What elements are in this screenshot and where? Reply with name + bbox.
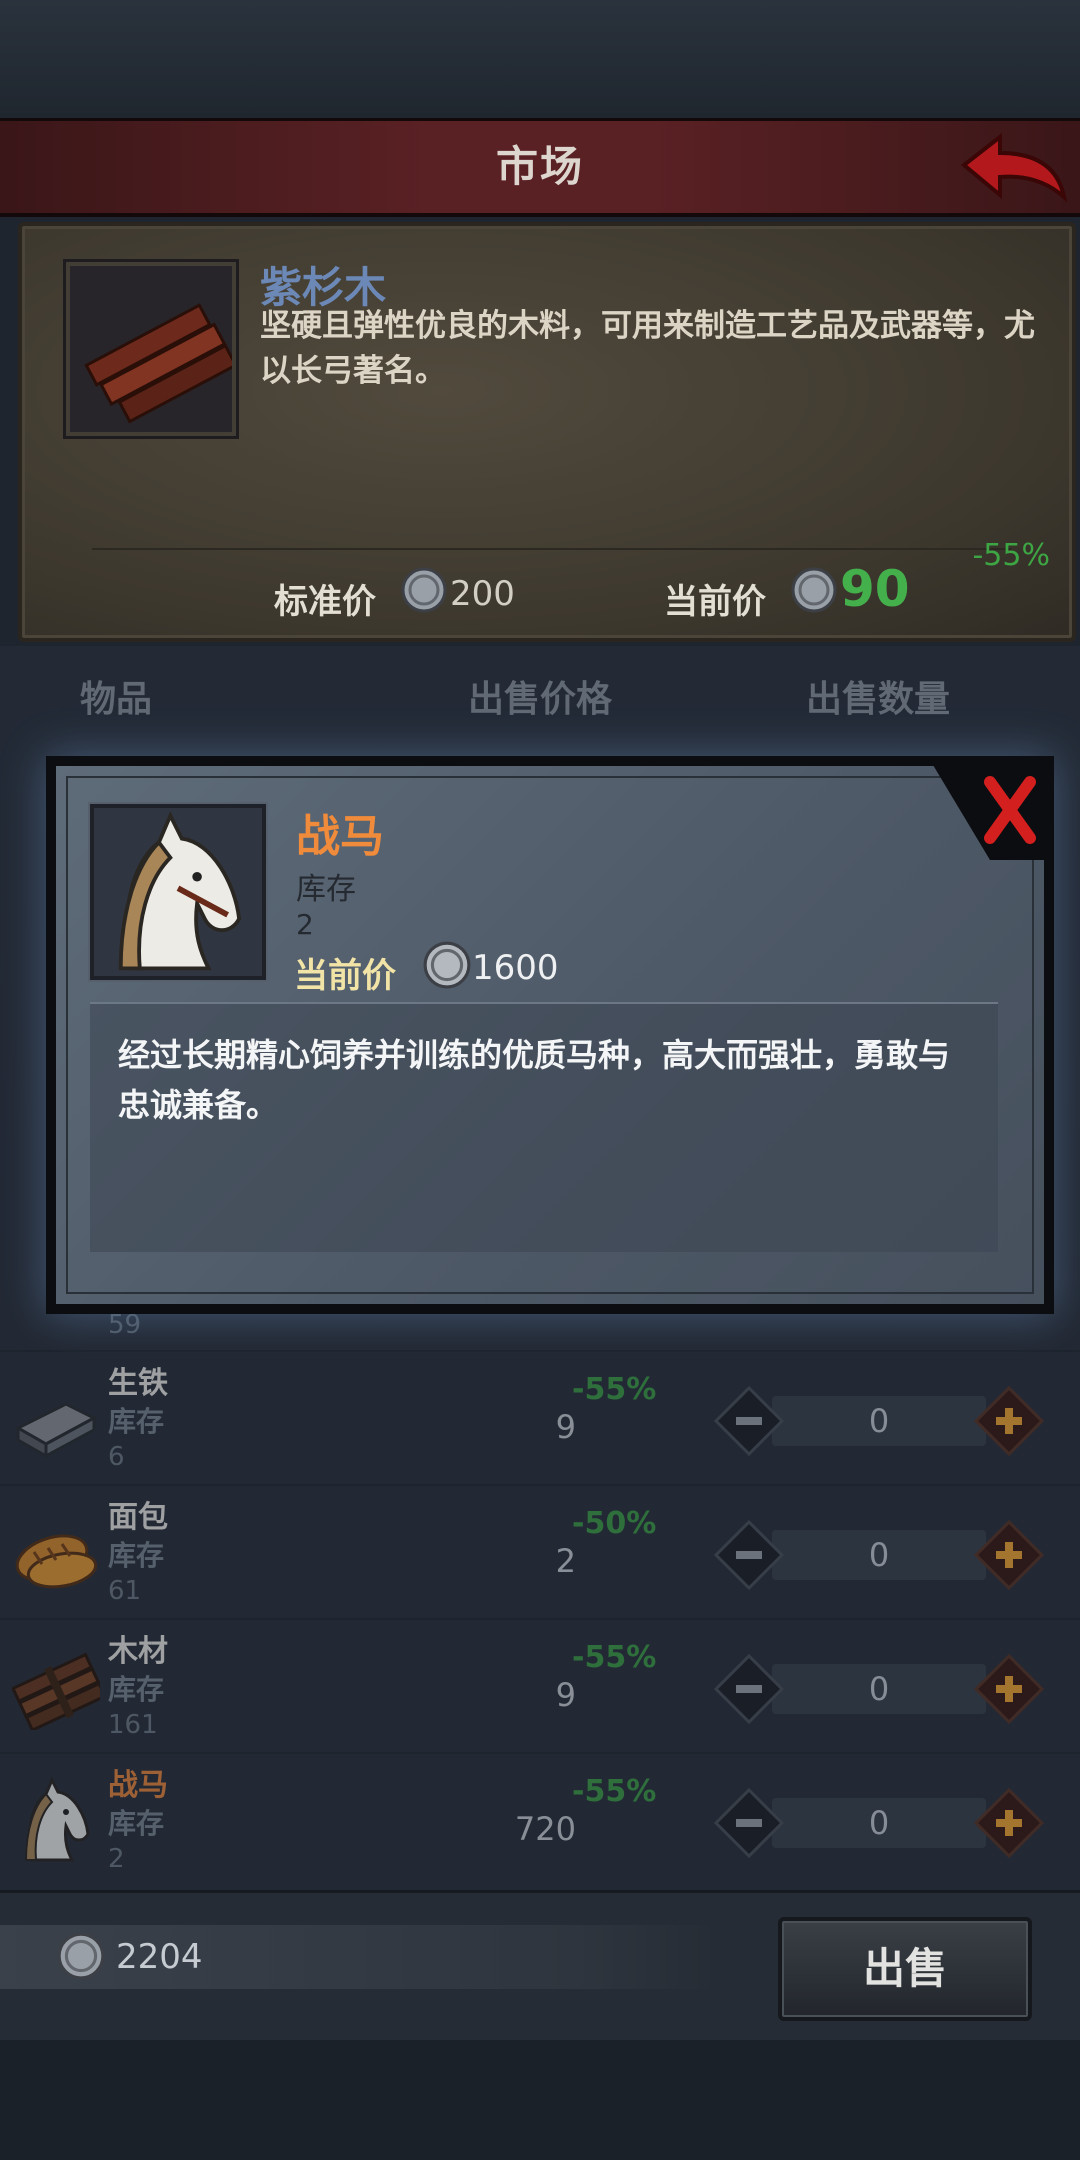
- bottom-background: [0, 2040, 1080, 2160]
- standard-price-value: 200: [450, 574, 515, 614]
- popup-price-label: 当前价: [294, 956, 396, 996]
- coin-icon: [56, 1931, 106, 1985]
- top-background: [0, 0, 1080, 120]
- standard-price-label: 标准价: [274, 582, 376, 622]
- header-bar: 市场: [0, 118, 1080, 217]
- popup-price-value: 1600: [472, 948, 559, 988]
- coin-icon: [400, 566, 448, 618]
- money-bar: [0, 1925, 720, 1989]
- warhorse-icon: [90, 804, 266, 980]
- detail-discount: -55%: [972, 538, 1050, 573]
- popup-stock-value: 2: [296, 908, 314, 941]
- sell-button[interactable]: 出售: [778, 1917, 1032, 2021]
- divider: [92, 548, 1012, 550]
- footer-bar: 2204 出售: [0, 1890, 1080, 2043]
- popup-item-name: 战马: [296, 811, 384, 862]
- page-title: 市场: [495, 142, 584, 191]
- item-detail-panel: 紫杉木 坚硬且弹性优良的木料，可用来制造工艺品及武器等，尤以长弓著名。 -55%…: [18, 222, 1076, 642]
- current-price-label: 当前价: [664, 582, 766, 622]
- popup-description-box: 经过长期精心饲养并训练的优质马种，高大而强壮，勇敢与忠诚兼备。: [90, 1002, 998, 1252]
- yew-wood-icon: [66, 262, 238, 436]
- item-info-popup: 战马 库存 2 当前价 1600 经过长期精心饲养并训练的优质马种，高大而强壮，…: [46, 756, 1054, 1314]
- popup-description: 经过长期精心饲养并训练的优质马种，高大而强壮，勇敢与忠诚兼备。: [118, 1036, 951, 1124]
- coin-icon: [422, 940, 472, 994]
- money-value: 2204: [116, 1937, 203, 1977]
- popup-stock-label: 库存: [296, 872, 356, 907]
- coin-icon: [790, 566, 838, 618]
- back-arrow-icon[interactable]: [960, 131, 1070, 203]
- close-icon[interactable]: [930, 760, 1050, 860]
- detail-item-description: 坚硬且弹性优良的木料，可用来制造工艺品及武器等，尤以长弓著名。: [260, 308, 1035, 389]
- current-price-value: 90: [840, 560, 910, 618]
